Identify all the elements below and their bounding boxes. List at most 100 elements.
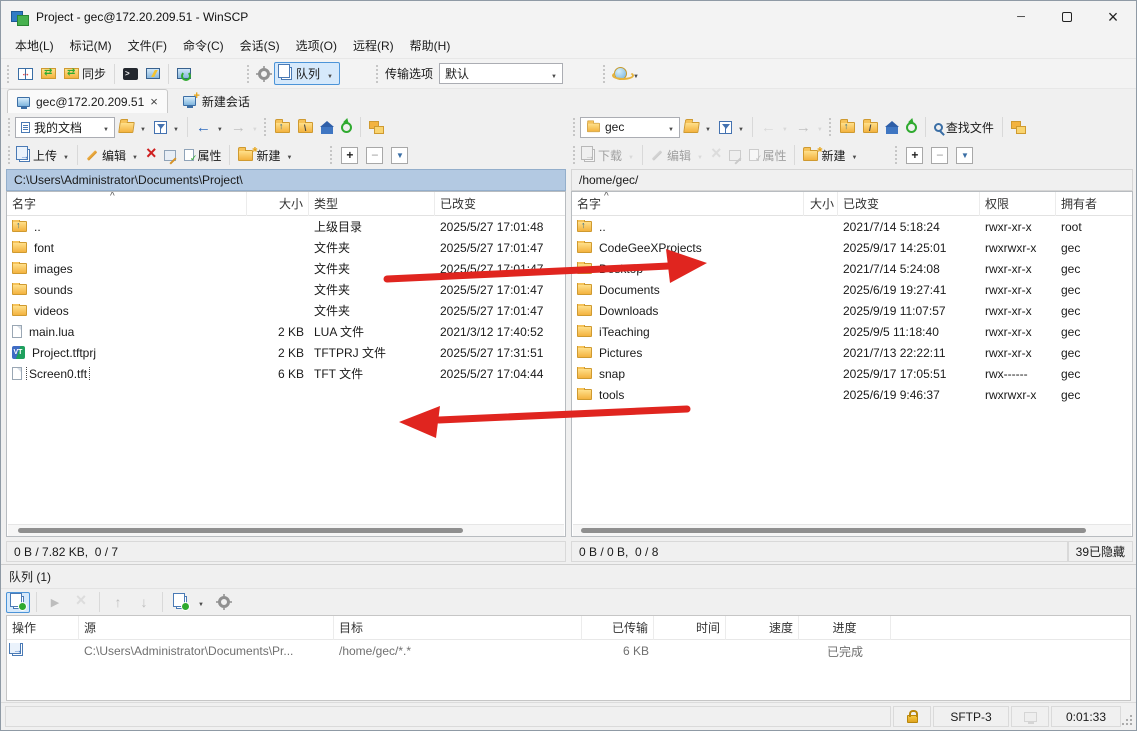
refresh-session-button[interactable] [173,65,195,82]
remote-tree-button[interactable] [1007,118,1030,137]
queue-cycle-dropdown-icon[interactable] [198,595,204,609]
encryption-cell[interactable] [893,706,931,727]
open-putty-button[interactable] [142,65,164,82]
local-select-button[interactable] [337,144,362,167]
column-header-permissions[interactable]: 权限 [980,192,1056,216]
remote-parent-directory-button[interactable] [836,119,859,136]
file-row[interactable]: CodeGeeXProjects 2025/9/17 14:25:01 rwxr… [572,237,1132,258]
local-refresh-button[interactable] [337,119,356,136]
protocol-cell[interactable]: SFTP-3 [933,706,1009,727]
session-tab[interactable]: gec@172.20.209.51 [7,89,168,113]
file-row[interactable]: Documents 2025/6/19 19:27:41 rwxr-xr-x g… [572,279,1132,300]
local-path-bar[interactable]: C:\Users\Administrator\Documents\Project… [6,169,566,191]
queue-preferences-button[interactable] [212,592,236,613]
new-dropdown-icon[interactable] [851,148,857,162]
upload-dropdown-icon[interactable] [63,148,69,162]
local-forward-button[interactable] [227,116,262,139]
file-row[interactable]: images 文件夹 2025/5/27 17:01:47 [7,258,565,279]
local-drive-combo[interactable]: 我的文档 [15,117,115,138]
queue-cycle-button[interactable] [169,592,193,613]
new-dropdown-icon[interactable] [286,148,292,162]
column-header-modified[interactable]: 已改变 [838,192,980,216]
file-row[interactable]: iTeaching 2025/9/5 11:18:40 rwxr-xr-x ge… [572,321,1132,342]
new-session-tab[interactable]: 新建会话 [174,89,259,113]
column-header-time[interactable]: 时间 [654,616,726,640]
open-console-button[interactable] [119,65,142,83]
file-row[interactable]: Desktop 2021/7/14 5:24:08 rwxr-xr-x gec [572,258,1132,279]
file-row[interactable]: tools 2025/6/19 9:46:37 rwxrwxr-x gec [572,384,1132,405]
filter-dropdown-icon[interactable] [738,120,744,134]
menu-item[interactable]: 标记(M) [62,33,120,58]
local-tree-button[interactable] [365,118,388,137]
file-row[interactable]: .. 2021/7/14 5:18:24 rwxr-xr-x root [572,216,1132,237]
remote-invert-selection-button[interactable] [952,144,977,167]
remote-open-directory-button[interactable] [680,117,715,137]
local-delete-button[interactable] [142,145,161,165]
queue-dropdown-icon[interactable] [327,67,333,81]
menu-item[interactable]: 会话(S) [232,33,288,58]
remote-home-button[interactable] [882,118,902,137]
open-directory-dropdown-icon[interactable] [140,120,146,134]
local-root-directory-button[interactable] [294,119,317,136]
local-open-directory-button[interactable] [115,117,150,137]
local-invert-selection-button[interactable] [387,144,412,167]
queue-row[interactable]: C:\Users\Administrator\Documents\Pr... /… [7,640,1130,662]
menu-item[interactable]: 本地(L) [7,33,62,58]
column-header-speed[interactable]: 速度 [726,616,799,640]
column-header-transferred[interactable]: 已传输 [582,616,654,640]
update-button[interactable] [610,64,643,84]
filter-dropdown-icon[interactable] [173,120,179,134]
tab-close-icon[interactable] [150,94,158,109]
minimize-button[interactable] [998,1,1044,33]
upload-button[interactable]: 上传 [15,144,73,167]
column-header-size[interactable]: 大小 [804,192,838,216]
menu-item[interactable]: 命令(C) [175,33,232,58]
synchronize-button[interactable]: 同步 [60,62,110,85]
file-row[interactable]: Screen0.tft 6 KB TFT 文件 2025/5/27 17:04:… [7,363,565,384]
maximize-button[interactable] [1044,1,1090,33]
local-filter-button[interactable] [150,117,183,137]
column-header-source[interactable]: 源 [79,616,334,640]
close-button[interactable] [1090,1,1136,33]
remote-horizontal-scrollbar[interactable] [573,524,1131,536]
file-row[interactable]: font 文件夹 2025/5/27 17:01:47 [7,237,565,258]
open-directory-dropdown-icon[interactable] [705,120,711,134]
file-row[interactable]: .. 上级目录 2025/5/27 17:01:48 [7,216,565,237]
file-row[interactable]: Downloads 2025/9/19 11:07:57 rwxr-xr-x g… [572,300,1132,321]
column-header-modified[interactable]: 已改变 [435,192,559,216]
transfer-preset-combo[interactable]: 默认 [439,63,563,84]
remote-filter-button[interactable] [715,117,748,137]
menu-item[interactable]: 选项(O) [288,33,345,58]
scrollbar-thumb[interactable] [18,528,463,533]
toggle-panels-button[interactable] [14,65,37,83]
scrollbar-thumb[interactable] [581,528,1086,533]
column-header-name[interactable]: 名字^ [572,192,804,216]
queue-toggle-button[interactable]: 队列 [274,62,340,85]
file-row[interactable]: Project.tftprj 2 KB TFTPRJ 文件 2025/5/27 … [7,342,565,363]
column-header-size[interactable]: 大小 [247,192,309,216]
update-dropdown-icon[interactable] [633,67,639,81]
menu-item[interactable]: 帮助(H) [402,33,459,58]
edit-dropdown-icon[interactable] [132,148,138,162]
local-unselect-button[interactable] [362,144,387,167]
remote-refresh-button[interactable] [902,119,921,136]
remote-root-directory-button[interactable] [859,119,882,136]
file-row[interactable]: sounds 文件夹 2025/5/27 17:01:47 [7,279,565,300]
connection-cell[interactable] [1011,706,1049,727]
local-rename-button[interactable] [160,147,180,164]
column-header-target[interactable]: 目标 [334,616,582,640]
column-header-type[interactable]: 类型 [309,192,435,216]
local-home-button[interactable] [317,118,337,137]
local-edit-button[interactable]: 编辑 [82,144,142,167]
local-new-button[interactable]: 新建 [234,144,296,167]
menu-item[interactable]: 远程(R) [345,33,402,58]
local-horizontal-scrollbar[interactable] [8,524,564,536]
find-files-button[interactable]: 查找文件 [930,116,998,139]
remote-directory-combo[interactable]: gec [580,117,680,138]
sync-browsing-button[interactable] [37,65,60,82]
local-properties-button[interactable]: 属性 [180,144,225,167]
remote-new-button[interactable]: 新建 [799,144,861,167]
file-row[interactable]: Pictures 2021/7/13 22:22:11 rwxr-xr-x ge… [572,342,1132,363]
preferences-button[interactable] [254,65,274,83]
column-header-operation[interactable]: 操作 [7,616,79,640]
